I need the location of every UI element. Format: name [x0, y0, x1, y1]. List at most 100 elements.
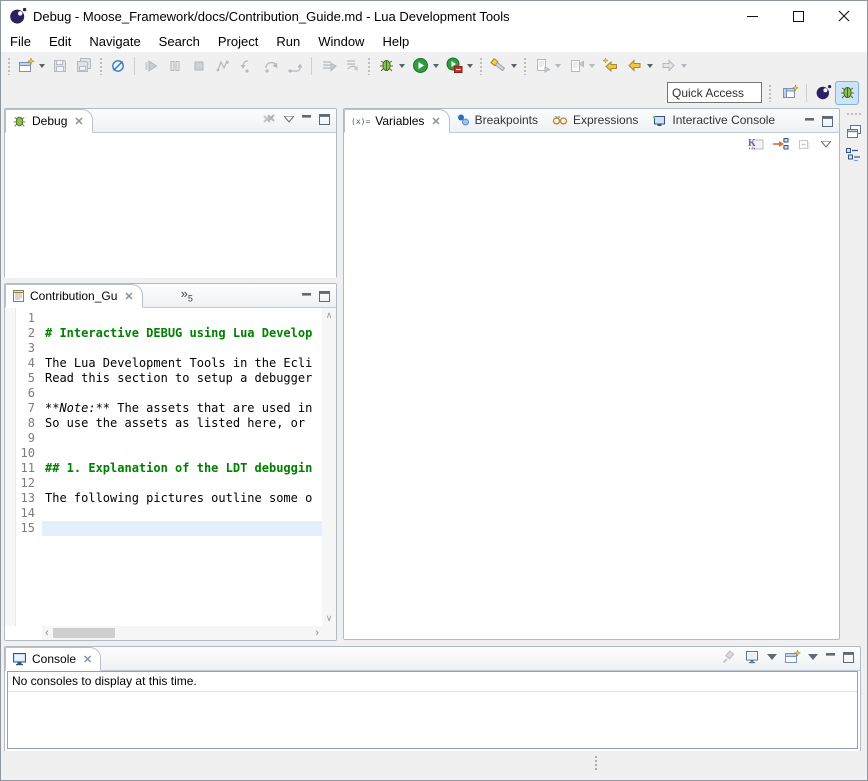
scroll-up-icon[interactable]: ∧: [326, 310, 333, 321]
tab-variables[interactable]: (x)= Variables ✕: [344, 109, 450, 133]
skip-all-breakpoints-button[interactable]: [106, 54, 130, 78]
open-console-icon[interactable]: [784, 649, 801, 665]
lua-perspective-button[interactable]: [811, 81, 835, 105]
menu-file[interactable]: File: [1, 32, 40, 51]
forward-dropdown[interactable]: [681, 64, 687, 68]
editor-lines[interactable]: 12# Interactive DEBUG using Lua Develop3…: [16, 308, 322, 626]
tab-contribution-guide[interactable]: Contribution_Gu ✕: [5, 284, 143, 308]
use-step-filters-button[interactable]: [316, 54, 340, 78]
tab-interactive-console[interactable]: Interactive Console: [646, 108, 783, 132]
step-return-button[interactable]: [283, 54, 307, 78]
window-close-button[interactable]: [821, 1, 867, 31]
tab-console-close-icon[interactable]: ✕: [83, 653, 92, 666]
back-dropdown[interactable]: [647, 64, 653, 68]
toolbar-drag-handle[interactable]: [768, 84, 772, 102]
run-button[interactable]: [408, 54, 432, 78]
editor-line[interactable]: 15: [16, 521, 322, 536]
remove-all-terminated-icon[interactable]: [261, 111, 277, 127]
maximize-view-icon[interactable]: [319, 291, 330, 302]
editor-line-text[interactable]: [42, 431, 322, 446]
editor-vertical-scrollbar[interactable]: ∧ ∨: [322, 308, 336, 626]
minimize-view-icon[interactable]: [804, 117, 815, 127]
hidden-editors-chevron[interactable]: »5: [181, 286, 193, 307]
editor-line-text[interactable]: ## 1. Explanation of the LDT debuggin: [42, 461, 322, 476]
external-tools-button[interactable]: [442, 54, 466, 78]
editor-line-text[interactable]: **Note:** The assets that are used in: [42, 401, 322, 416]
scroll-left-icon[interactable]: ‹: [45, 627, 49, 639]
editor-line-text[interactable]: [42, 311, 322, 326]
editor-line[interactable]: 3: [16, 341, 322, 356]
save-button[interactable]: [48, 54, 72, 78]
editor-line[interactable]: 13The following pictures outline some o: [16, 491, 322, 506]
run-to-line-button[interactable]: [340, 54, 364, 78]
tab-breakpoints[interactable]: Breakpoints: [450, 108, 546, 132]
resume-button[interactable]: [139, 54, 163, 78]
editor-line[interactable]: 4The Lua Development Tools in the Ecli: [16, 356, 322, 371]
horizontal-scroll-thumb[interactable]: [53, 628, 115, 638]
new-wizard-button[interactable]: [14, 54, 38, 78]
toolbar-drag-handle[interactable]: [523, 57, 527, 75]
annotation-ruler[interactable]: [5, 308, 16, 626]
minimize-view-icon[interactable]: [301, 114, 312, 124]
step-into-button[interactable]: [235, 54, 259, 78]
view-menu-icon[interactable]: [821, 141, 831, 148]
collapse-all-icon[interactable]: [797, 136, 813, 152]
editor-line[interactable]: 14: [16, 506, 322, 521]
editor-line-text[interactable]: [42, 476, 322, 491]
quick-access-input[interactable]: [667, 82, 762, 103]
terminate-button[interactable]: [187, 54, 211, 78]
menu-run[interactable]: Run: [267, 32, 309, 51]
editor-line-text[interactable]: The following pictures outline some o: [42, 491, 322, 506]
debug-view-content[interactable]: [5, 133, 336, 278]
outline-view-icon[interactable]: [845, 147, 862, 163]
variables-view-content[interactable]: [344, 155, 839, 638]
window-minimize-button[interactable]: [729, 1, 775, 31]
menu-project[interactable]: Project: [209, 32, 267, 51]
search-dropdown[interactable]: [511, 64, 517, 68]
display-selected-console-icon[interactable]: [744, 650, 760, 665]
tab-debug[interactable]: Debug ✕: [5, 109, 93, 133]
toolbar-drag-handle[interactable]: [99, 57, 103, 75]
menu-window[interactable]: Window: [309, 32, 373, 51]
forward-button[interactable]: [656, 54, 680, 78]
tab-console[interactable]: Console ✕: [5, 647, 101, 671]
debug-perspective-button[interactable]: [835, 81, 859, 105]
window-maximize-button[interactable]: [775, 1, 821, 31]
editor-line[interactable]: 8So use the assets as listed here, or: [16, 416, 322, 431]
new-wizard-dropdown[interactable]: [39, 64, 45, 68]
next-annotation-button[interactable]: [530, 54, 554, 78]
toolbar-drag-handle[interactable]: [367, 57, 371, 75]
editor-line-text[interactable]: [42, 446, 322, 461]
debug-dropdown[interactable]: [399, 64, 405, 68]
editor-line[interactable]: 1: [16, 311, 322, 326]
editor-line-text[interactable]: [42, 386, 322, 401]
scroll-right-icon[interactable]: ›: [315, 627, 319, 639]
toolbar-drag-handle[interactable]: [479, 57, 483, 75]
editor-line-text[interactable]: # Interactive DEBUG using Lua Develop: [42, 326, 322, 341]
tab-variables-close-icon[interactable]: ✕: [431, 115, 440, 128]
editor-line-text[interactable]: [42, 521, 322, 536]
debug-button[interactable]: [374, 54, 398, 78]
previous-annotation-dropdown[interactable]: [589, 64, 595, 68]
minimize-view-icon[interactable]: [301, 292, 312, 302]
previous-annotation-button[interactable]: [564, 54, 588, 78]
menu-edit[interactable]: Edit: [40, 32, 80, 51]
restore-view-icon[interactable]: [846, 124, 862, 139]
menu-navigate[interactable]: Navigate: [80, 32, 149, 51]
toolbar-drag-handle[interactable]: [7, 57, 11, 75]
next-annotation-dropdown[interactable]: [555, 64, 561, 68]
open-console-dropdown-icon[interactable]: [808, 654, 818, 661]
editor-line[interactable]: 10: [16, 446, 322, 461]
last-edit-location-button[interactable]: [598, 54, 622, 78]
editor-line-text[interactable]: [42, 341, 322, 356]
editor-horizontal-scrollbar[interactable]: ‹ ›: [42, 626, 322, 640]
maximize-view-icon[interactable]: [822, 116, 833, 127]
show-type-names-icon[interactable]: K: [747, 136, 764, 152]
tab-contribution-guide-close-icon[interactable]: ✕: [124, 290, 133, 303]
editor-line-text[interactable]: The Lua Development Tools in the Ecli: [42, 356, 322, 371]
editor-line[interactable]: 6: [16, 386, 322, 401]
trim-drag-handle[interactable]: [846, 112, 862, 116]
view-menu-icon[interactable]: [284, 116, 294, 123]
pin-console-icon[interactable]: [721, 649, 737, 665]
editor-line[interactable]: 9: [16, 431, 322, 446]
